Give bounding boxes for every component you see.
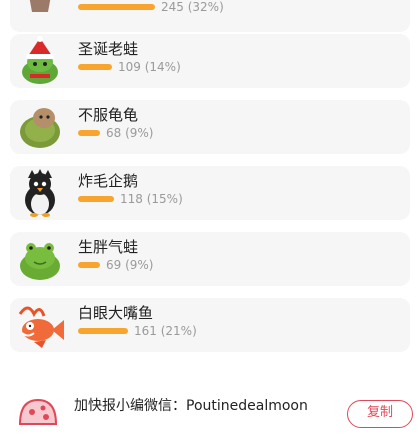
list-item[interactable]: 不服龟龟 68 (9%) (10, 100, 410, 154)
list-item[interactable]: 炸毛企鹅 118 (15%) (10, 166, 410, 220)
item-name: 白眼大嘴鱼 (78, 304, 154, 322)
santa-frog-plush-icon (14, 36, 66, 86)
vote-count: 109 (14%) (118, 60, 181, 74)
vote-bar (78, 262, 100, 268)
vote-bar (78, 196, 114, 202)
vote-bar (78, 64, 112, 70)
potted-plant-plush-icon (14, 0, 66, 30)
vote-count: 69 (9%) (106, 258, 154, 272)
vote-count: 118 (15%) (120, 192, 183, 206)
list-item[interactable]: 245 (32%) (10, 0, 410, 32)
turtle-plush-icon (14, 102, 66, 152)
copy-button[interactable]: 复制 (347, 400, 413, 428)
vote-count: 161 (21%) (134, 324, 197, 338)
vote-bar (78, 328, 128, 334)
wechat-contact-text: 加快报小编微信：Poutinedealmoon (74, 398, 308, 414)
list-item[interactable]: 生胖气蛙 69 (9%) (10, 232, 410, 286)
list-item[interactable]: 白眼大嘴鱼 161 (21%) (10, 298, 410, 352)
frog-plush-icon (14, 234, 66, 284)
vote-count: 245 (32%) (161, 0, 224, 14)
vote-count: 68 (9%) (106, 126, 154, 140)
vote-bar (78, 130, 100, 136)
vote-bar (78, 4, 155, 10)
item-name: 不服龟龟 (78, 106, 139, 124)
penguin-plush-icon (14, 168, 66, 218)
item-name: 生胖气蛙 (78, 238, 139, 256)
item-name: 炸毛企鹅 (78, 172, 139, 190)
cookie-icon (16, 394, 60, 430)
list-item[interactable]: 圣诞老蛙 109 (14%) (10, 34, 410, 88)
fish-plush-icon (14, 300, 66, 350)
item-name: 圣诞老蛙 (78, 40, 139, 58)
footer-bar: 加快报小编微信：Poutinedealmoon 复制 (0, 390, 420, 428)
